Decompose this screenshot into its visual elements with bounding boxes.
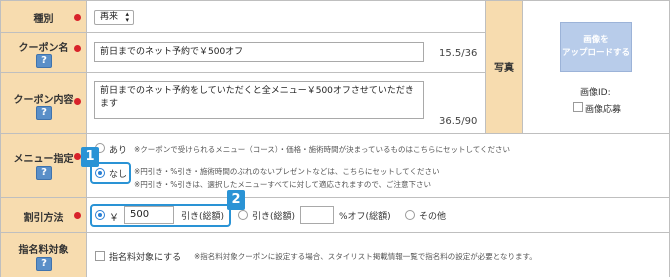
discount-pct-radio[interactable] (238, 210, 248, 220)
help-icon[interactable]: ? (36, 106, 52, 120)
label-coupon-name: クーポン名 ? (1, 33, 87, 73)
required-icon (74, 14, 81, 21)
label-coupon-content-text: クーポン内容 (13, 95, 74, 106)
required-icon (74, 45, 81, 52)
currency-label: ￥ (109, 213, 119, 224)
coupon-name-count: 15.5/36 (439, 48, 478, 59)
help-icon[interactable]: ? (36, 166, 52, 180)
menu-yes-label: あり (109, 146, 128, 156)
help-icon[interactable]: ? (36, 257, 52, 271)
image-id-label: 画像ID: (580, 88, 611, 98)
menu-yes-note: ※クーポンで受けられるメニュー（コース）・価格・施術時間が決まっているものはこち… (134, 145, 511, 154)
upload-image-label: 画像を アップロードする (561, 35, 630, 58)
label-nominee: 指名料対象 ? (1, 233, 87, 277)
discount-amount-input[interactable]: 500 (124, 206, 174, 224)
select-arrows-icon: ▴ ▾ (125, 10, 129, 24)
type-cell (87, 1, 485, 33)
type-select[interactable]: 再来 ▴ ▾ (94, 10, 134, 25)
help-icon[interactable]: ? (36, 54, 52, 68)
discount-yen-label: 引き(総額) (181, 212, 225, 222)
discount-pct-input[interactable] (300, 206, 334, 224)
nominee-note: ※指名料対象クーポンに設定する場合、スタイリスト掲載情報一覧で指名料の設定が必要… (194, 252, 537, 261)
image-apply-checkbox[interactable] (573, 102, 583, 112)
discount-pct-prefix: 引き(総額) (252, 212, 296, 222)
discount-pct-suffix: %オフ(総額) (339, 212, 391, 222)
menu-no-radio[interactable] (95, 168, 105, 178)
coupon-content-count: 36.5/90 (439, 116, 478, 127)
coupon-name-input[interactable]: 前日までのネット予約で￥500オフ (94, 42, 424, 62)
label-menu: メニュー指定 ? (1, 134, 87, 198)
required-icon (74, 153, 81, 160)
menu-no-note-2: ※円引き・%引きは、選択したメニューすべてに対して適応されますので、ご注意下さい (134, 180, 432, 189)
menu-no-label: なし (109, 170, 128, 180)
label-photo: 写真 (485, 1, 523, 134)
type-select-value: 再来 (100, 12, 119, 22)
callout-badge-1: 1 (81, 147, 99, 167)
discount-other-label: その他 (419, 212, 447, 222)
coupon-content-textarea[interactable]: 前日までのネット予約をしていただくと全メニュー￥500オフさせていただきます (94, 81, 424, 119)
image-apply-label: 画像応募 (585, 105, 622, 115)
required-icon (74, 98, 81, 105)
nominee-checkbox-label: 指名料対象にする (109, 253, 182, 263)
coupon-form: 種別 再来 ▴ ▾ クーポン名 ? 前日までのネット予約で￥500オフ 15.5/… (0, 0, 670, 277)
nominee-checkbox[interactable] (95, 251, 105, 261)
required-icon (74, 212, 81, 219)
callout-badge-2: 2 (227, 190, 245, 210)
discount-yen-radio[interactable] (95, 210, 105, 220)
menu-no-note-1: ※円引き・%引き・施術時間のぶれのないプレゼントなどは、こちらにセットしてくださ… (134, 167, 440, 176)
upload-image-button[interactable]: 画像を アップロードする (560, 22, 632, 72)
discount-other-radio[interactable] (405, 210, 415, 220)
label-nominee-text: 指名料対象 (18, 245, 69, 256)
label-photo-text: 写真 (494, 63, 514, 74)
